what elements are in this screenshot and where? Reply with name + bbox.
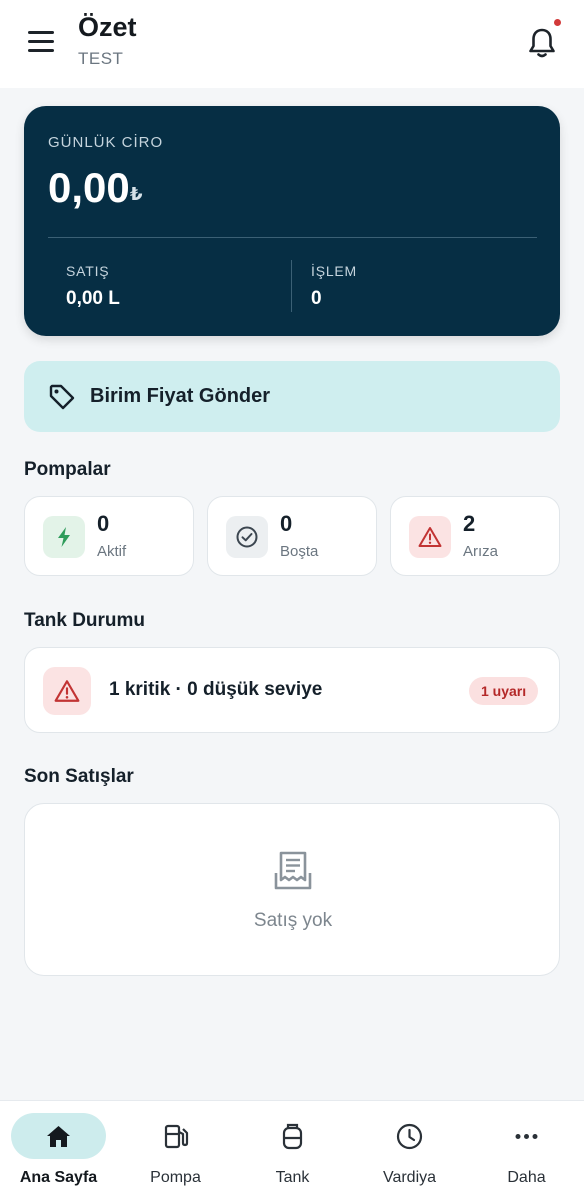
send-unit-price-label: Birim Fiyat Gönder [90,385,271,407]
recent-sales-empty-card: Satış yok [24,803,560,976]
nav-label-tank: Tank [275,1169,310,1186]
menu-icon-line [28,39,54,43]
app-screen: Özet TEST GÜNLÜK CİRO 0,00 ₺ SATIŞ 0,00 … [0,0,584,1200]
receipt-icon [274,851,312,890]
pump-idle-count: 0 [280,511,293,536]
pump-active-count: 0 [97,511,110,536]
menu-button[interactable] [22,24,62,58]
page-subtitle: TEST [78,49,124,68]
revenue-label: GÜNLÜK CİRO [48,134,164,151]
pump-active-label: Aktif [97,543,127,560]
price-tag-icon [49,384,75,410]
home-icon [47,1126,70,1147]
nav-label-shift: Vardiya [382,1169,437,1186]
nav-item-tank[interactable]: Tank [234,1101,351,1200]
check-circle-icon [226,516,268,558]
nav-label-pump: Pompa [150,1169,201,1186]
notification-dot [554,19,561,26]
daily-revenue-card: GÜNLÜK CİRO 0,00 ₺ SATIŞ 0,00 L İŞLEM 0 [24,106,560,336]
pumps-section-title: Pompalar [24,459,111,480]
warning-count-badge: 1 uyarı [469,677,539,705]
send-unit-price-button[interactable]: Birim Fiyat Gönder [24,361,560,432]
nav-item-more[interactable]: Daha [468,1101,584,1200]
pump-stat-active[interactable]: 0 Aktif [24,496,194,576]
warning-icon [409,516,451,558]
revenue-amount: 0,00 [48,164,130,211]
tank-status-summary: 1 kritik · 0 düşük seviye [109,679,323,700]
fuel-pump-icon [164,1124,189,1149]
nav-label-home: Ana Sayfa [19,1169,98,1186]
nav-item-home[interactable]: Ana Sayfa [0,1101,117,1200]
menu-icon-line [28,30,54,34]
top-app-bar: Özet TEST [0,0,584,88]
tank-icon [282,1123,303,1150]
bottom-navigation: Ana Sayfa Pompa Tank Vardiya Daha [0,1100,584,1200]
tank-status-card[interactable]: 1 kritik · 0 düşük seviye 1 uyarı [24,647,560,733]
vertical-divider [291,260,292,312]
menu-icon-line [28,48,54,52]
clock-icon [396,1123,423,1150]
pump-stat-fault[interactable]: 2 Arıza [390,496,560,576]
nav-item-shift[interactable]: Vardiya [351,1101,468,1200]
more-icon [515,1134,538,1139]
no-sales-message: Satış yok [253,910,333,931]
transactions-value: 0 [311,288,322,309]
pump-idle-label: Boşta [280,543,319,560]
currency-symbol: ₺ [130,184,143,204]
pump-fault-count: 2 [463,511,476,536]
page-title: Özet [78,12,137,42]
sales-label: SATIŞ [66,263,110,279]
transactions-label: İŞLEM [311,263,358,279]
pump-fault-label: Arıza [463,543,499,560]
bolt-icon [43,516,85,558]
nav-label-more: Daha [507,1169,546,1186]
notification-bell-icon[interactable] [526,26,558,60]
sales-value: 0,00 L [66,288,120,309]
nav-item-pump[interactable]: Pompa [117,1101,234,1200]
tank-status-section-title: Tank Durumu [24,610,146,631]
divider [48,237,537,238]
pump-stat-idle[interactable]: 0 Boşta [207,496,377,576]
recent-sales-section-title: Son Satışlar [24,766,134,787]
tank-warning-icon [43,667,91,715]
